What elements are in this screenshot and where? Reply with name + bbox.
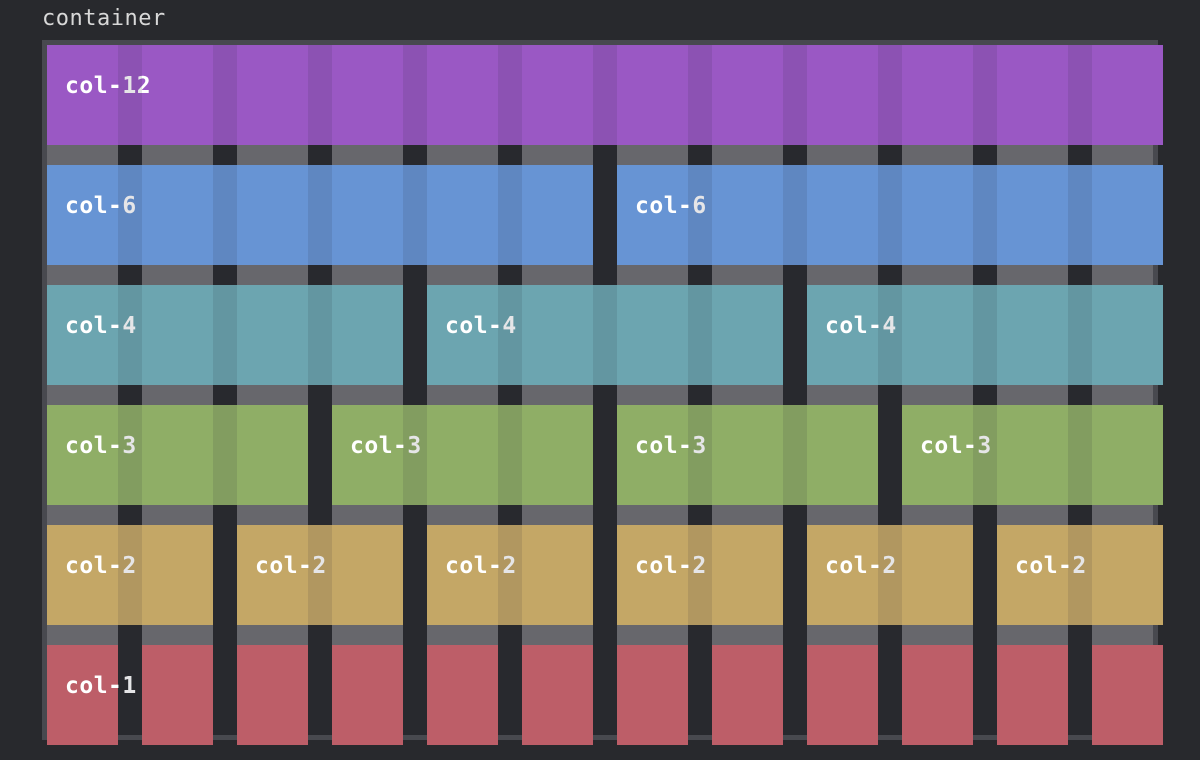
grid-row-col-1: col-1 * 12 — [47, 645, 1163, 745]
grid-cell-col-4: col-4 — [427, 285, 783, 385]
grid-cell-col-3: col-3 — [617, 405, 878, 505]
grid-row-col-12: col-12 — [47, 45, 1163, 145]
column-gutter — [118, 45, 142, 735]
grid-inner: col-12 col-6 col-6 col-4 col-4 col-4 col-3 col-… — [47, 45, 1163, 745]
grid-cell-col-1 — [807, 645, 878, 745]
grid-row-col-4: col-4 col-4 col-4 — [47, 285, 1163, 385]
grid-cell-label: col-4 — [825, 313, 897, 339]
grid-cell-col-2: col-2 — [237, 525, 403, 625]
grid-cell-label: col-2 — [825, 553, 897, 579]
grid-cell-col-1: col-1 * 12 — [47, 645, 208, 745]
grid-cell-label: col-6 — [65, 193, 137, 219]
grid-cell-col-6: col-6 — [47, 165, 593, 265]
grid-cell-col-1 — [522, 645, 593, 745]
grid-cell-col-1 — [1092, 645, 1163, 745]
grid-cell-col-1 — [237, 645, 308, 745]
column-gutter — [878, 45, 902, 735]
column-gutter — [783, 45, 807, 735]
grid-cell-label: col-6 — [635, 193, 707, 219]
grid-cell-col-4: col-4 — [47, 285, 403, 385]
grid-row-col-6: col-6 col-6 — [47, 165, 1163, 265]
column-gutter — [403, 45, 427, 735]
grid-cell-col-2: col-2 — [47, 525, 213, 625]
grid-cell-label: col-2 — [1015, 553, 1087, 579]
grid-cell-col-2: col-2 — [807, 525, 973, 625]
grid-cell-label: col-12 — [65, 73, 152, 99]
grid-cell-label: col-4 — [445, 313, 517, 339]
grid-cell-col-4: col-4 — [807, 285, 1163, 385]
grid-cell-col-2: col-2 — [427, 525, 593, 625]
grid-cell-col-3: col-3 — [902, 405, 1163, 505]
grid-cell-col-1 — [712, 645, 783, 745]
grid-cell-col-2: col-2 — [617, 525, 783, 625]
grid-cell-label: col-2 — [65, 553, 137, 579]
grid-cell-label: col-3 — [65, 433, 137, 459]
grid-cell-label: col-2 — [445, 553, 517, 579]
grid-cell-col-1 — [142, 645, 213, 745]
grid-cell-col-1 — [427, 645, 498, 745]
grid-cell-label: col-3 — [350, 433, 422, 459]
grid-cell-label: col-3 — [635, 433, 707, 459]
grid-container: col-12 col-6 col-6 col-4 col-4 col-4 col-3 col-… — [42, 40, 1163, 745]
grid-cell-col-3: col-3 — [332, 405, 593, 505]
grid-cell-label: col-3 — [920, 433, 992, 459]
grid-cell-col-2: col-2 — [997, 525, 1163, 625]
grid-cell-col-3: col-3 — [47, 405, 308, 505]
grid-row-col-2: col-2 col-2 col-2 col-2 col-2 col-2 — [47, 525, 1163, 625]
grid-cell-col-1 — [997, 645, 1068, 745]
container-title: container — [42, 6, 166, 31]
grid-cell-col-1 — [332, 645, 403, 745]
column-gutter — [973, 45, 997, 735]
grid-cell-label: col-2 — [635, 553, 707, 579]
column-gutter — [498, 45, 522, 735]
grid-cell-col-1 — [902, 645, 973, 745]
grid-cell-col-6: col-6 — [617, 165, 1163, 265]
column-gutter — [593, 45, 617, 735]
grid-row-col-3: col-3 col-3 col-3 col-3 — [47, 405, 1163, 505]
column-gutter — [213, 45, 237, 735]
grid-cell-col-1 — [617, 645, 688, 745]
grid-cell-label: col-4 — [65, 313, 137, 339]
column-gutter — [308, 45, 332, 735]
column-gutter — [1068, 45, 1092, 735]
column-gutter — [688, 45, 712, 735]
grid-cell-label: col-2 — [255, 553, 327, 579]
grid-cell-col-12: col-12 — [47, 45, 1163, 145]
